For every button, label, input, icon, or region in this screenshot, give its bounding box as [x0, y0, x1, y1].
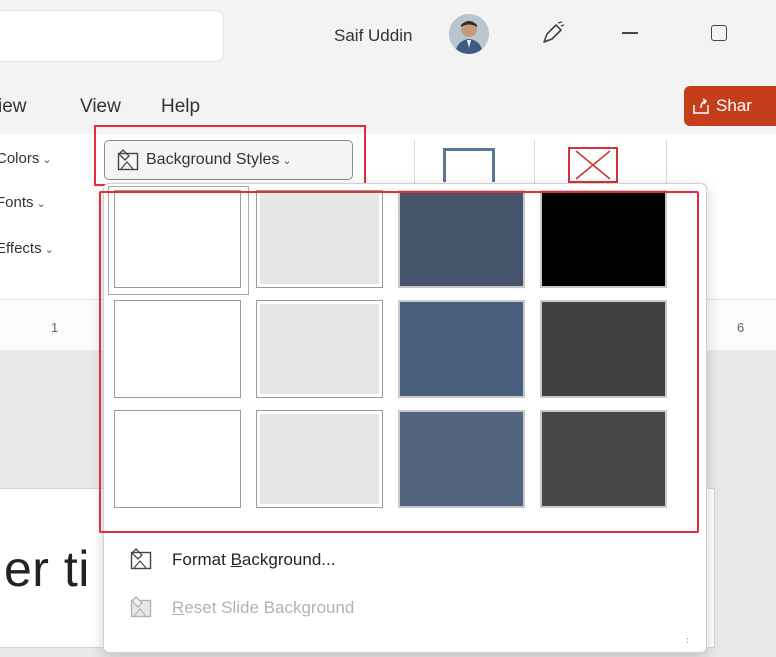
chevron-down-icon: ⌄	[44, 244, 54, 256]
user-name: Saif Uddin	[334, 26, 413, 45]
reset-background-icon	[130, 596, 152, 618]
share-icon	[692, 97, 710, 115]
tab-review[interactable]: iew	[0, 96, 27, 118]
background-styles-highlight	[94, 125, 366, 186]
tab-help[interactable]: Help	[161, 96, 200, 118]
avatar[interactable]	[449, 14, 489, 54]
effects-dropdown[interactable]: Effects ⌄	[0, 240, 54, 257]
fonts-dropdown[interactable]: Fonts ⌄	[0, 194, 46, 211]
resize-grip-icon[interactable]: ∶	[686, 636, 689, 647]
ruler-number: 1	[51, 320, 59, 335]
pen-icon[interactable]	[538, 20, 566, 48]
chevron-down-icon: ⌄	[42, 154, 52, 166]
colors-dropdown[interactable]: Colors ⌄	[0, 150, 52, 167]
effects-label: Effects	[0, 240, 42, 257]
ruler-number: 6	[737, 320, 745, 335]
reset-slide-background-label: Reset Slide Background	[172, 598, 355, 617]
share-label: Shar	[716, 96, 752, 115]
search-input[interactable]	[0, 10, 224, 62]
title-bar: Saif Uddin	[0, 0, 776, 78]
format-background-icon	[130, 548, 152, 570]
slide-size-icon[interactable]	[443, 148, 495, 182]
tab-view[interactable]: View	[80, 96, 121, 118]
format-background-ribbon-icon[interactable]	[568, 147, 618, 183]
format-background-label: Format Background...	[172, 550, 336, 569]
gallery-highlight	[99, 191, 699, 533]
slide-title-placeholder[interactable]: er ti	[4, 540, 90, 598]
fonts-label: Fonts	[0, 194, 34, 211]
maximize-icon[interactable]	[711, 25, 727, 41]
share-button[interactable]: Shar	[684, 86, 776, 126]
minimize-icon[interactable]	[622, 32, 638, 34]
colors-label: Colors	[0, 150, 40, 167]
chevron-down-icon: ⌄	[36, 198, 46, 210]
